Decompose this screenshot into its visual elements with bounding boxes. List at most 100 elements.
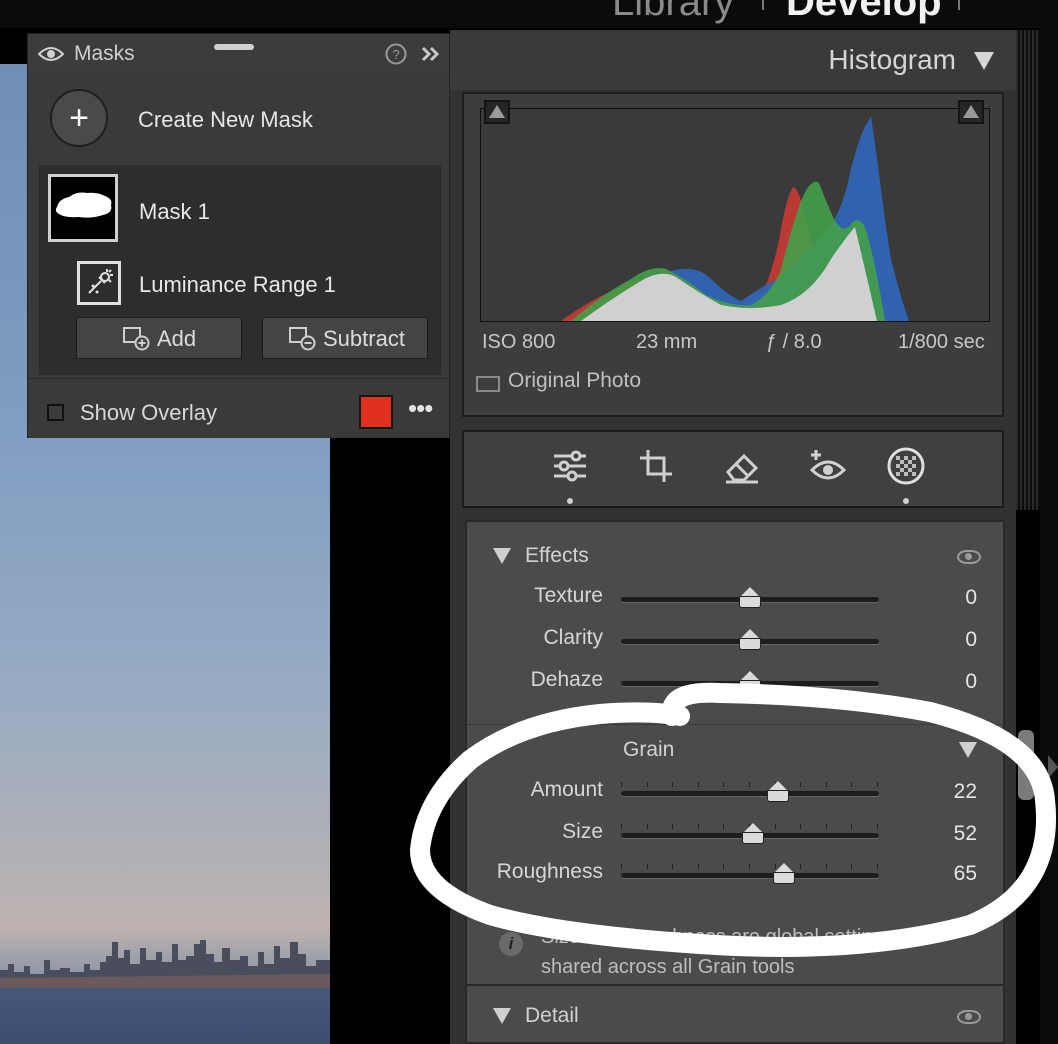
slider-tick [646, 824, 648, 829]
grain-note: Size and Roughness are global settings a… [541, 926, 933, 978]
slider-tick [646, 864, 648, 869]
slider-label: Texture [534, 584, 603, 607]
slider-tick [723, 824, 725, 829]
overlay-color-swatch[interactable] [359, 395, 393, 429]
slider-value[interactable]: 52 [917, 822, 977, 846]
slider-tick [825, 824, 827, 829]
more-options-icon[interactable]: ••• [408, 393, 433, 424]
add-button[interactable]: Add [76, 317, 242, 359]
show-overlay-checkbox[interactable] [47, 404, 64, 421]
module-library[interactable]: Library [612, 0, 734, 25]
slider-label: Dehaze [530, 668, 603, 691]
photo-skyline [0, 940, 330, 990]
histogram-plot[interactable] [480, 108, 990, 322]
amount-slider[interactable] [621, 791, 879, 796]
masking-icon[interactable] [886, 446, 926, 486]
module-separator [762, 0, 764, 10]
slider-value[interactable]: 22 [917, 780, 977, 804]
collapse-triangle-icon[interactable] [493, 548, 511, 564]
luminance-range-icon[interactable] [77, 261, 121, 305]
module-separator [958, 0, 960, 10]
collapse-triangle-icon[interactable] [493, 1008, 511, 1024]
subtract-button[interactable]: Subtract [262, 317, 428, 359]
panel-scroll-track[interactable] [1016, 30, 1040, 510]
slider-label: Clarity [543, 626, 603, 649]
masks-panel: Masks ? + Create New Mask Mask 1 Luminan… [27, 33, 450, 438]
drag-handle[interactable] [214, 44, 254, 50]
shadow-clipping-button[interactable] [484, 100, 510, 124]
slider-tick [646, 782, 648, 787]
collapse-triangle-icon[interactable] [974, 52, 994, 70]
tool-strip [462, 430, 1004, 508]
detail-title[interactable]: Detail [525, 1004, 579, 1028]
slider-tick [877, 864, 878, 869]
panel-edge [1040, 0, 1058, 1044]
shutter-speed-value: 1/800 sec [898, 331, 985, 353]
plus-icon: + [69, 99, 89, 137]
original-photo-checkbox[interactable] [476, 376, 500, 392]
overlay-row: Show Overlay ••• [28, 378, 449, 438]
iso-value: ISO 800 [482, 331, 556, 353]
roughness-slider[interactable] [621, 873, 879, 878]
eraser-icon[interactable] [722, 446, 762, 486]
slider-value[interactable]: 0 [917, 586, 977, 610]
create-new-mask-button[interactable]: + [50, 89, 108, 147]
eye-icon[interactable] [957, 1010, 981, 1024]
mask-thumbnail[interactable] [48, 174, 118, 242]
slider-tick [697, 824, 699, 829]
module-develop[interactable]: Develop [786, 0, 942, 25]
effects-title[interactable]: Effects [525, 544, 589, 568]
focal-length-value: 23 mm [636, 331, 698, 353]
slider-tick [672, 782, 674, 787]
slider-tick [749, 782, 750, 787]
mask-name[interactable]: Mask 1 [139, 199, 210, 225]
slider-label: Amount [530, 778, 603, 801]
right-panel: Histogram ISO 800 23 mm ƒ / 8.0 1/800 se… [450, 30, 1016, 1044]
slider-value[interactable]: 65 [917, 862, 977, 886]
slider-value[interactable]: 0 [917, 670, 977, 694]
red-eye-icon[interactable] [808, 446, 848, 486]
histogram-title: Histogram [828, 44, 956, 75]
show-overlay-label[interactable]: Show Overlay [80, 400, 217, 426]
slider-tick [800, 782, 802, 787]
slider-tick [825, 782, 827, 787]
svg-text:?: ? [392, 47, 399, 62]
crop-icon[interactable] [636, 446, 676, 486]
slider-tick [621, 864, 622, 869]
masks-title: Masks [74, 42, 135, 65]
slider-tick [621, 782, 622, 787]
original-photo-label[interactable]: Original Photo [508, 369, 641, 393]
photo-water [0, 988, 330, 1044]
divider [467, 724, 1003, 725]
create-new-mask-label[interactable]: Create New Mask [138, 107, 313, 133]
histogram-panel: ISO 800 23 mm ƒ / 8.0 1/800 sec Original… [462, 92, 1004, 417]
slider-tick [672, 864, 674, 869]
slider-label: Size [562, 820, 603, 843]
expand-panel-arrow-icon[interactable] [1048, 755, 1058, 779]
slider-ticks [621, 864, 879, 870]
question-circle-icon[interactable]: ? [385, 43, 407, 65]
scrollbar-thumb[interactable] [1018, 730, 1034, 800]
histogram-header[interactable]: Histogram [450, 30, 1016, 90]
slider-tick [774, 824, 776, 829]
grain-title: Grain [623, 738, 675, 761]
eye-icon[interactable] [38, 46, 64, 62]
luminance-range-name[interactable]: Luminance Range 1 [139, 272, 336, 298]
slider-tick [749, 864, 750, 869]
highlight-clipping-button[interactable] [958, 100, 984, 124]
slider-tick [851, 782, 853, 787]
slider-tick [851, 864, 853, 869]
collapse-triangle-icon[interactable] [959, 742, 977, 758]
masks-panel-header[interactable]: Masks ? [28, 34, 449, 74]
subtract-mask-icon [289, 327, 316, 351]
slider-tick [851, 824, 853, 829]
slider-tick [697, 782, 699, 787]
module-bar: Library Develop [0, 0, 1058, 28]
slider-tick [800, 824, 802, 829]
eye-icon[interactable] [957, 550, 981, 564]
effects-section: Effects Texture 0 Clarity 0 Dehaze 0 Gra… [465, 520, 1005, 1044]
slider-value[interactable]: 0 [917, 628, 977, 652]
double-chevron-right-icon[interactable] [420, 45, 442, 63]
add-mask-icon [123, 327, 150, 351]
edit-sliders-icon[interactable] [550, 446, 590, 486]
